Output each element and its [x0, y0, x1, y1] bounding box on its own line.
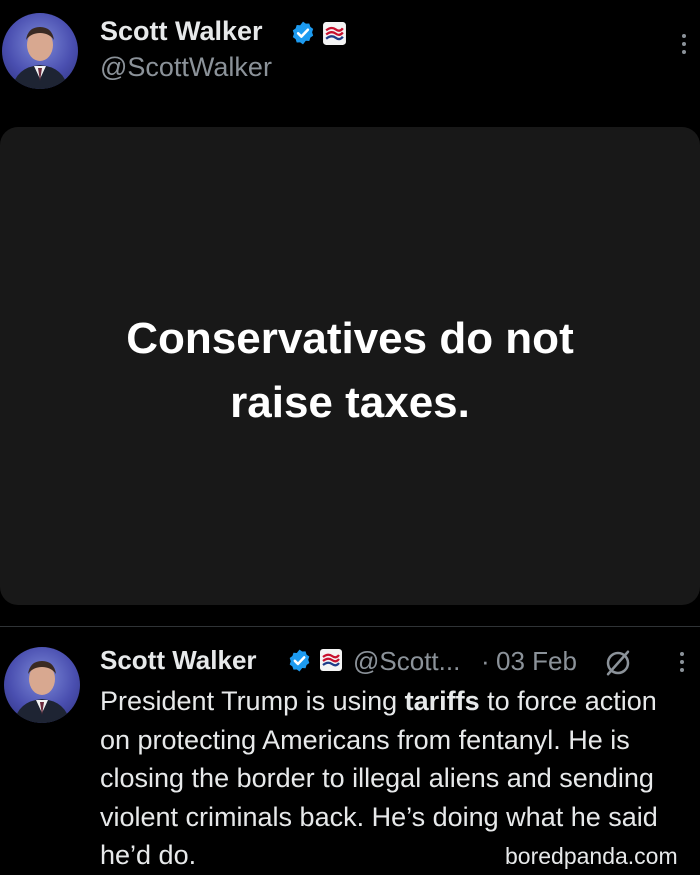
verified-badge-icon	[292, 21, 314, 45]
display-name[interactable]: Scott Walker	[100, 16, 263, 47]
verified-badge-icon	[289, 649, 310, 672]
avatar[interactable]	[4, 647, 80, 723]
grok-icon[interactable]	[603, 648, 633, 678]
tweet-text-start: President Trump is using	[100, 686, 405, 716]
handle[interactable]: @ScottWalker	[100, 52, 272, 83]
media-text-line: Conservatives do not raise taxes.	[126, 314, 574, 427]
separator-dot: ·	[481, 646, 490, 676]
display-name[interactable]: Scott Walker	[100, 645, 257, 676]
flag-affiliation-icon	[323, 22, 346, 45]
media-text: Conservatives do not raise taxes.	[0, 307, 700, 435]
more-options-icon[interactable]	[679, 34, 689, 60]
flag-affiliation-icon	[320, 649, 342, 671]
tweet-text-bold: tariffs	[404, 686, 480, 716]
media-card[interactable]: Conservatives do not raise taxes.	[0, 127, 700, 605]
timestamp[interactable]: 03 Feb	[496, 646, 577, 677]
divider	[0, 626, 700, 627]
more-options-icon[interactable]	[677, 652, 687, 678]
avatar[interactable]	[2, 13, 78, 89]
reply-handle[interactable]: @Scott...	[353, 646, 460, 677]
watermark: boredpanda.com	[505, 843, 678, 869]
